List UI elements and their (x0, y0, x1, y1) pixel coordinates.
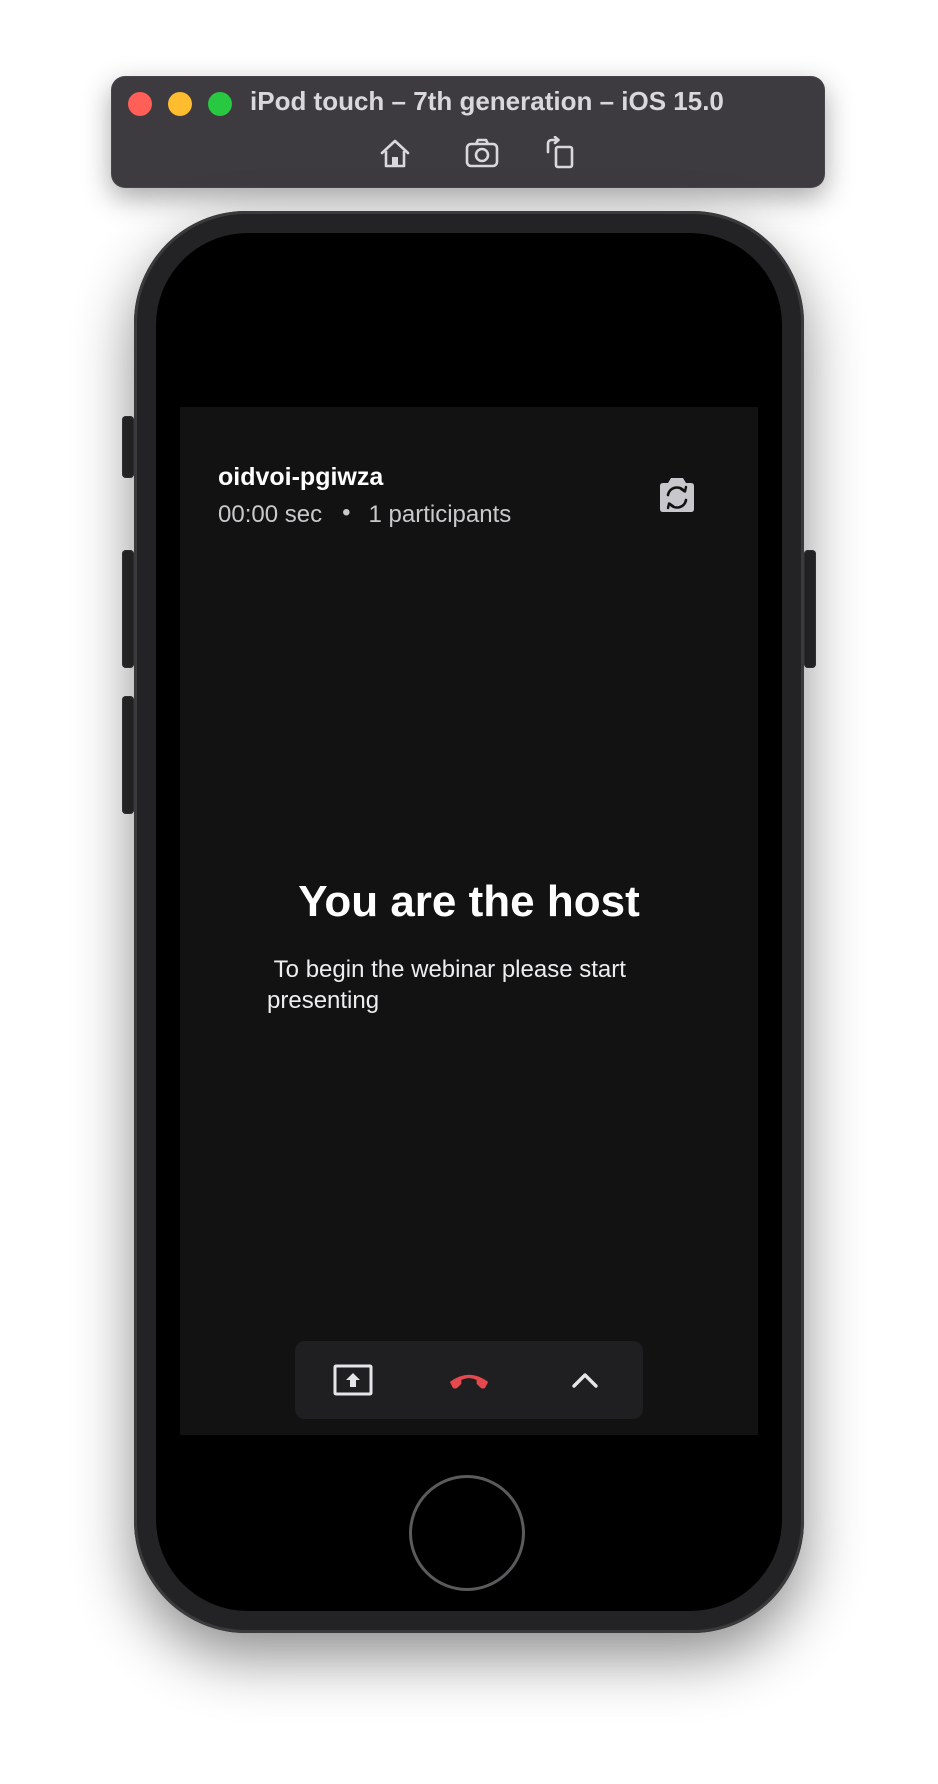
volume-down-button (122, 696, 134, 814)
mute-switch (122, 416, 134, 478)
simulator-stage: iPod touch – 7th generation – iOS 15.0 o… (0, 0, 938, 1784)
host-title: You are the host (298, 877, 640, 926)
host-subtitle: To begin the webinar please start presen… (267, 956, 633, 1014)
simulator-title: iPod touch – 7th generation – iOS 15.0 (250, 86, 724, 116)
more-options-button[interactable] (563, 1358, 607, 1402)
device-home-button[interactable] (409, 1475, 525, 1591)
rotate-icon[interactable] (543, 136, 577, 170)
participant-count[interactable]: 1 participants (368, 501, 511, 528)
window-close-button[interactable] (128, 92, 152, 116)
meeting-screen: oidvoi-pgiwza 00:00 sec • 1 participants Y… (180, 407, 758, 1435)
window-minimize-button[interactable] (168, 92, 192, 116)
screen-share-button[interactable] (331, 1358, 375, 1402)
screen-share-icon (333, 1364, 373, 1396)
meeting-meta: 00:00 sec • 1 participants (218, 499, 511, 529)
end-call-icon (449, 1374, 489, 1389)
chevron-up-icon (572, 1373, 598, 1388)
volume-up-button (122, 550, 134, 668)
meta-separator: • (342, 499, 351, 526)
home-icon[interactable] (378, 136, 412, 170)
call-control-bar (295, 1341, 643, 1419)
screenshot-icon[interactable] (464, 136, 499, 170)
meeting-name: oidvoi-pgiwza (218, 463, 384, 491)
end-call-button[interactable] (447, 1358, 491, 1402)
window-zoom-button[interactable] (208, 92, 232, 116)
switch-camera-icon[interactable] (656, 476, 698, 514)
power-button (804, 550, 816, 668)
call-duration: 00:00 sec (218, 501, 323, 528)
